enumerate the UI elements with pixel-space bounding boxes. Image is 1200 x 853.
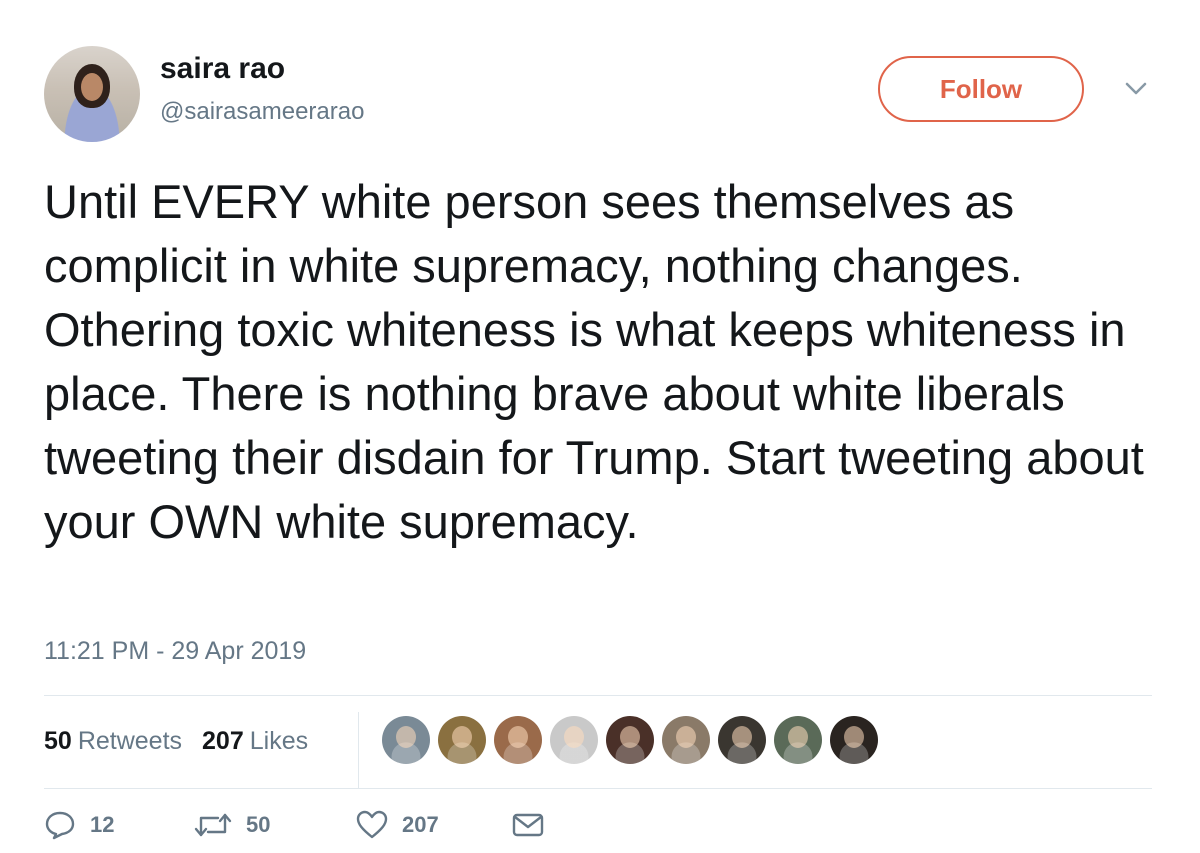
reply-count: 12 <box>90 812 115 837</box>
liker-avatar[interactable] <box>830 716 878 764</box>
avatar[interactable] <box>44 46 140 142</box>
divider <box>44 788 1152 789</box>
retweet-count: 50 <box>246 812 271 837</box>
retweet-icon <box>194 811 232 839</box>
engagement-stats: 50 Retweets 207 Likes <box>44 727 308 756</box>
envelope-icon <box>512 812 544 838</box>
retweets-stat[interactable]: 50 Retweets <box>44 727 182 756</box>
liker-avatar[interactable] <box>718 716 766 764</box>
direct-message-button[interactable] <box>512 812 544 838</box>
likes-count: 207 <box>202 727 244 755</box>
reply-button[interactable]: 12 <box>44 810 194 840</box>
like-button[interactable]: 207 <box>356 810 512 840</box>
tweet-timestamp[interactable]: 11:21 PM - 29 Apr 2019 <box>44 637 306 666</box>
liker-avatars <box>382 716 878 764</box>
reply-icon <box>44 810 76 840</box>
like-count: 207 <box>402 812 439 837</box>
tweet-text: Until EVERY white person sees themselves… <box>44 175 1144 548</box>
retweets-count: 50 <box>44 727 72 755</box>
heart-icon <box>356 810 388 840</box>
liker-avatar[interactable] <box>438 716 486 764</box>
tweet-actions: 12 50 207 <box>44 810 544 840</box>
divider <box>358 712 359 788</box>
user-name[interactable]: saira rao <box>160 52 285 86</box>
liker-avatar[interactable] <box>774 716 822 764</box>
liker-avatar[interactable] <box>606 716 654 764</box>
user-handle[interactable]: @sairasameerarao <box>160 98 364 126</box>
liker-avatar[interactable] <box>550 716 598 764</box>
liker-avatar[interactable] <box>494 716 542 764</box>
likes-stat[interactable]: 207 Likes <box>202 727 308 756</box>
likes-label: Likes <box>249 727 309 755</box>
retweet-button[interactable]: 50 <box>194 811 356 839</box>
divider <box>44 695 1152 696</box>
retweets-label: Retweets <box>77 727 183 755</box>
follow-button[interactable]: Follow <box>878 56 1084 122</box>
chevron-down-icon[interactable] <box>1124 80 1148 98</box>
liker-avatar[interactable] <box>382 716 430 764</box>
liker-avatar[interactable] <box>662 716 710 764</box>
